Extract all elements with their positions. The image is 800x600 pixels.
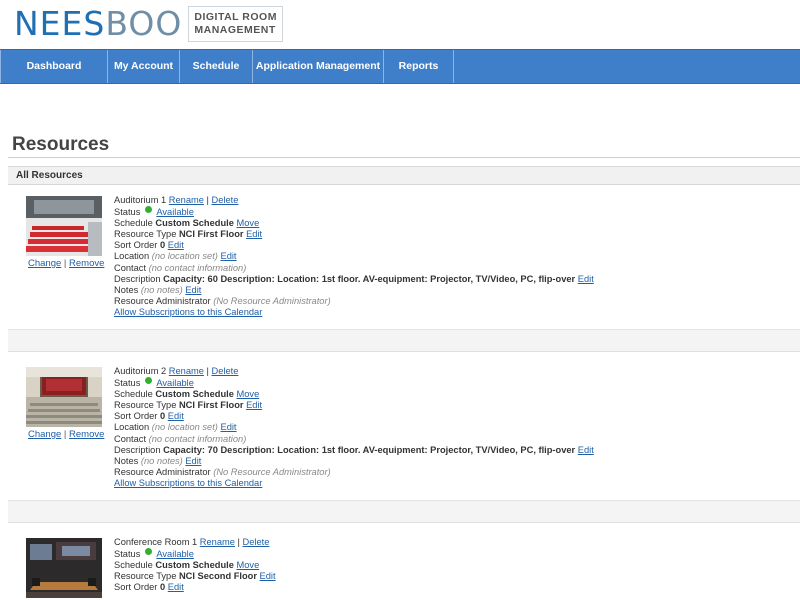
edit-location-link[interactable]: Edit — [221, 251, 237, 261]
contact-value: (no contact information) — [148, 262, 247, 273]
resource-card: Change | Remove Auditorium 2 Rename | De… — [8, 357, 800, 501]
description-value: Capacity: 60 Description: Location: 1st … — [163, 273, 576, 284]
main-nav: Dashboard My Account Schedule Applicatio… — [0, 49, 800, 84]
notes-value: (no notes) — [140, 455, 183, 466]
logo-tagline: DIGITAL ROOM MANAGEMENT — [188, 6, 283, 42]
title-divider — [8, 157, 800, 158]
edit-sort-link[interactable]: Edit — [168, 582, 184, 592]
edit-description-link[interactable]: Edit — [578, 274, 594, 284]
page-title: Resources — [12, 134, 110, 155]
move-schedule-link[interactable]: Move — [237, 560, 260, 570]
sort-order-value: 0 — [160, 411, 166, 422]
resource-type-value: NCI Second Floor — [178, 571, 257, 582]
neesboo-logo[interactable]: NEESBOO DIGITAL ROOM MANAGEMENT — [14, 4, 283, 44]
nav-application-management[interactable]: Application Management — [253, 50, 384, 83]
rename-link[interactable]: Rename — [169, 366, 204, 376]
remove-image-link[interactable]: Remove — [69, 258, 104, 269]
sort-order-value: 0 — [160, 240, 166, 251]
delete-link[interactable]: Delete — [212, 366, 239, 376]
resource-name: Auditorium 2 — [114, 366, 167, 376]
resource-name: Conference Room 1 — [114, 537, 198, 547]
rename-link[interactable]: Rename — [200, 537, 235, 547]
resource-card: Conference Room 1 Rename | Delete Status… — [8, 528, 800, 600]
schedule-value: Custom Schedule — [155, 218, 234, 229]
sort-order-value: 0 — [160, 582, 166, 593]
edit-type-link[interactable]: Edit — [260, 571, 276, 581]
resource-separator — [8, 330, 800, 352]
resource-details: Auditorium 1 Rename | Delete Status Avail… — [114, 195, 594, 317]
admin-value: (No Resource Administrator) — [213, 295, 331, 306]
edit-description-link[interactable]: Edit — [578, 445, 594, 455]
schedule-value: Custom Schedule — [155, 389, 234, 400]
resource-separator — [8, 501, 800, 523]
conference-room-1-photo — [26, 538, 102, 598]
delete-link[interactable]: Delete — [212, 195, 239, 205]
auditorium-2-photo — [26, 367, 102, 427]
change-image-link[interactable]: Change — [28, 258, 61, 269]
resource-details: Auditorium 2 Rename | Delete Status Avail… — [114, 366, 594, 488]
status-link[interactable]: Available — [156, 378, 194, 388]
resource-name: Auditorium 1 — [114, 195, 167, 205]
delete-link[interactable]: Delete — [243, 537, 270, 547]
notes-value: (no notes) — [140, 284, 183, 295]
allow-subscriptions-link[interactable]: Allow Subscriptions to this Calendar — [114, 478, 262, 488]
edit-sort-link[interactable]: Edit — [168, 411, 184, 421]
rename-link[interactable]: Rename — [169, 195, 204, 205]
resource-type-value: NCI First Floor — [178, 400, 244, 411]
edit-type-link[interactable]: Edit — [246, 400, 262, 410]
resource-details: Conference Room 1 Rename | Delete Status… — [114, 537, 276, 593]
schedule-value: Custom Schedule — [155, 560, 234, 571]
edit-notes-link[interactable]: Edit — [185, 456, 201, 466]
edit-type-link[interactable]: Edit — [246, 229, 262, 239]
move-schedule-link[interactable]: Move — [237, 389, 260, 399]
status-link[interactable]: Available — [156, 549, 194, 559]
remove-image-link[interactable]: Remove — [69, 429, 104, 440]
location-value: (no location set) — [151, 422, 218, 433]
allow-subscriptions-link[interactable]: Allow Subscriptions to this Calendar — [114, 307, 262, 317]
edit-notes-link[interactable]: Edit — [185, 285, 201, 295]
section-header: All Resources — [8, 166, 800, 185]
edit-location-link[interactable]: Edit — [221, 422, 237, 432]
location-value: (no location set) — [151, 251, 218, 262]
resource-card: Change | Remove Auditorium 1 Rename | De… — [8, 186, 800, 330]
logo-wordmark: NEESBOO — [14, 4, 183, 43]
nav-dashboard[interactable]: Dashboard — [0, 50, 108, 83]
nav-my-account[interactable]: My Account — [108, 50, 180, 83]
change-image-link[interactable]: Change — [28, 429, 61, 440]
contact-value: (no contact information) — [148, 433, 247, 444]
status-available-icon — [145, 548, 153, 556]
app-header: NEESBOO DIGITAL ROOM MANAGEMENT — [0, 0, 800, 50]
resource-type-value: NCI First Floor — [178, 229, 244, 240]
admin-value: (No Resource Administrator) — [213, 466, 331, 477]
auditorium-1-photo — [26, 196, 102, 256]
edit-sort-link[interactable]: Edit — [168, 240, 184, 250]
status-link[interactable]: Available — [156, 207, 194, 217]
nav-reports[interactable]: Reports — [384, 50, 454, 83]
move-schedule-link[interactable]: Move — [237, 218, 260, 228]
description-value: Capacity: 70 Description: Location: 1st … — [163, 444, 576, 455]
nav-schedule[interactable]: Schedule — [180, 50, 253, 83]
status-available-icon — [145, 377, 153, 385]
status-available-icon — [145, 206, 153, 214]
